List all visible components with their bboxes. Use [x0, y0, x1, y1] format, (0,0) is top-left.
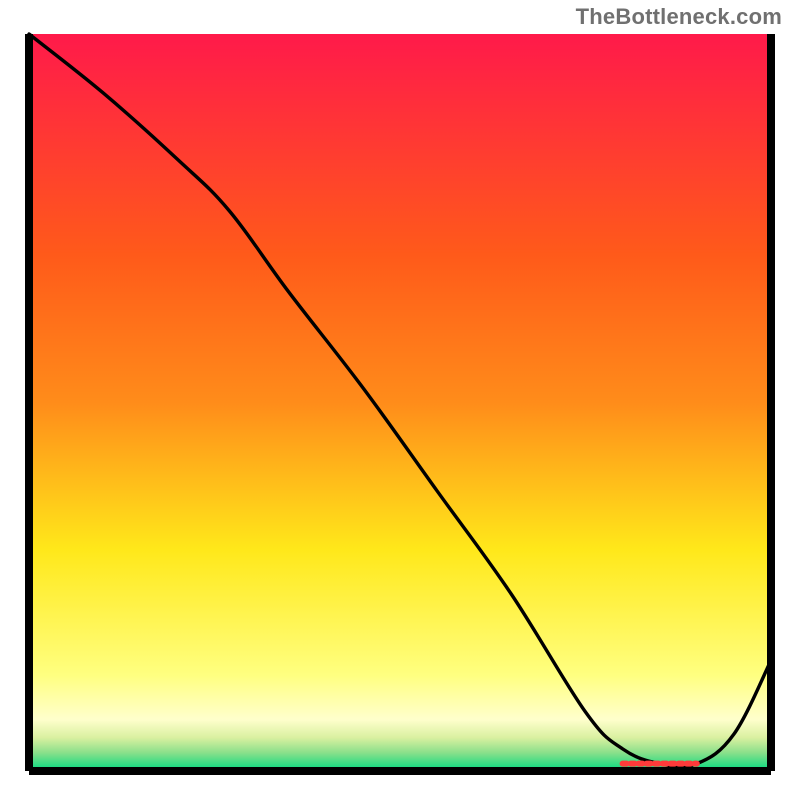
watermark-text: TheBottleneck.com	[576, 4, 782, 30]
chart-root: TheBottleneck.com	[0, 0, 800, 800]
chart-plot-area	[15, 30, 785, 785]
chart-background	[29, 34, 771, 771]
chart-svg	[15, 30, 785, 785]
